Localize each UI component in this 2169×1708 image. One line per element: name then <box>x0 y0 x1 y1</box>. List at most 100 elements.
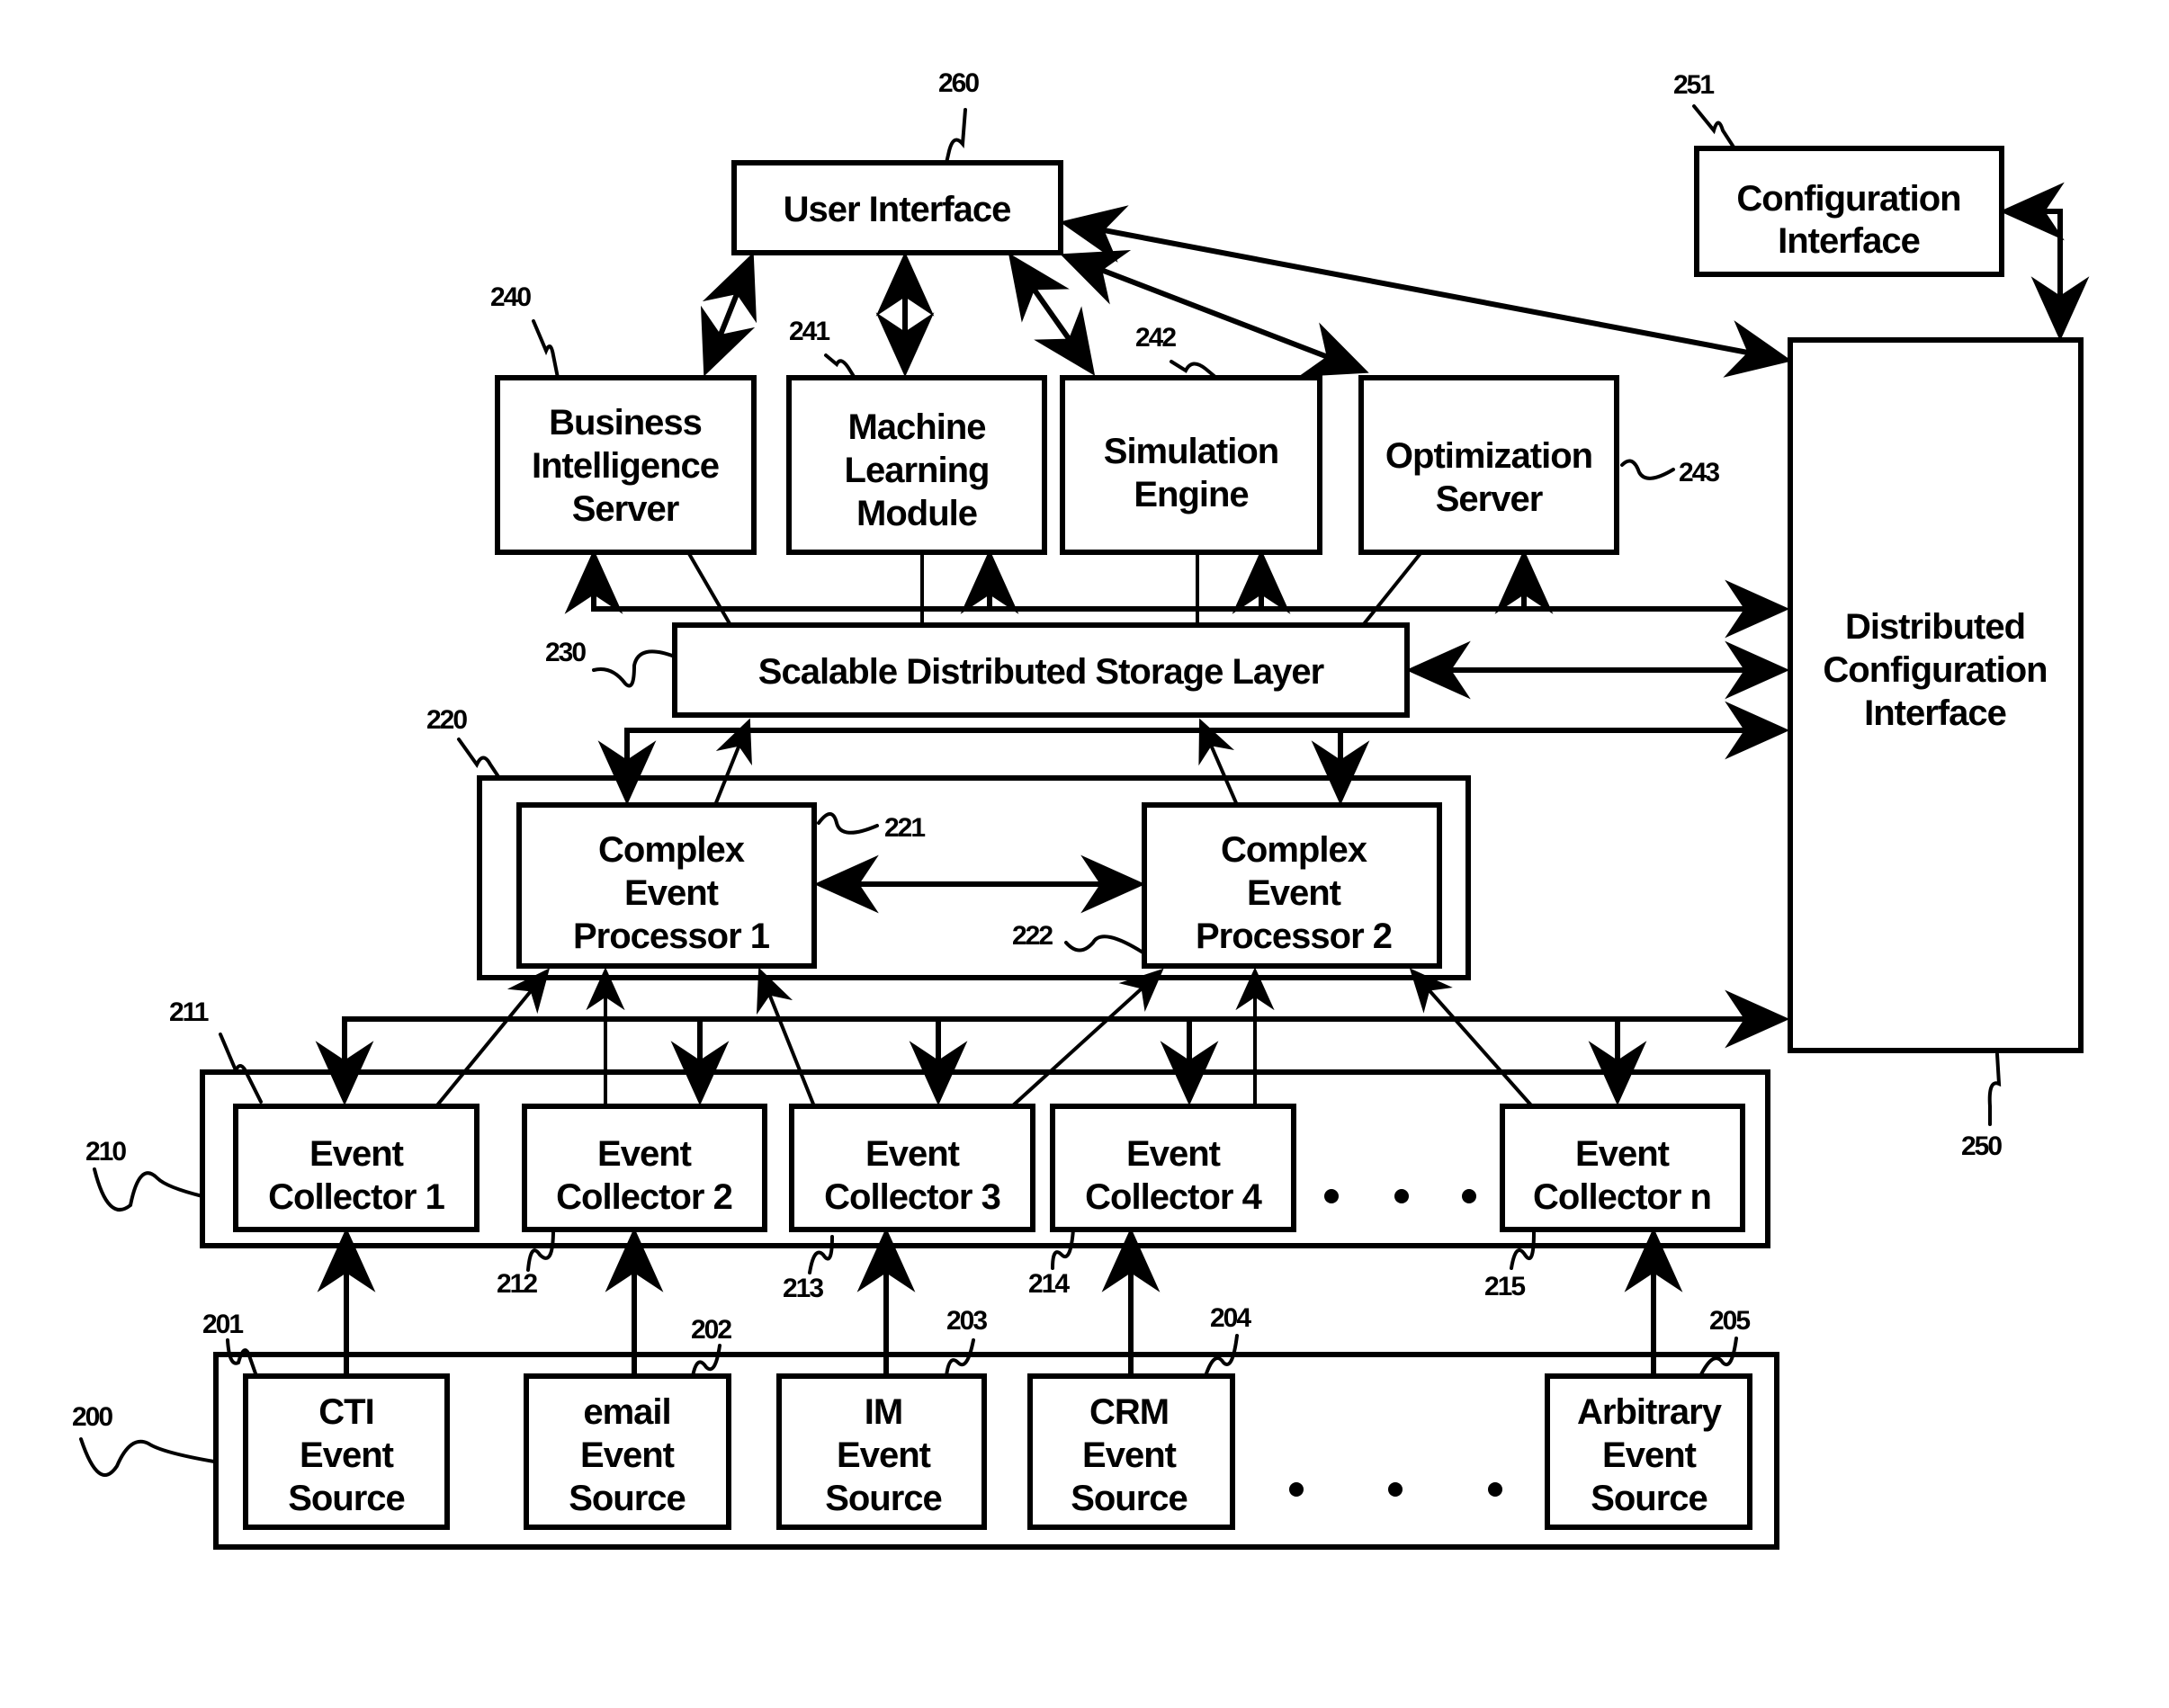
leader-250 <box>1987 1052 2002 1126</box>
arrow-ec3-cep1 <box>756 967 816 1107</box>
ref-213: 213 <box>783 1274 823 1303</box>
arrow-ui-bi <box>700 252 757 377</box>
leader-214 <box>1051 1228 1075 1270</box>
ref-211: 211 <box>169 997 209 1027</box>
event-collector-n-box: Event Collector n <box>1500 1104 1745 1232</box>
arrow-cep1-storage <box>713 718 752 806</box>
cti-label-line3: Source <box>288 1479 405 1518</box>
ecn-label-line1: Event <box>1575 1134 1670 1174</box>
ref-214: 214 <box>1028 1269 1070 1299</box>
arrow-ec1-cep1 <box>435 968 551 1108</box>
leader-202 <box>691 1344 722 1378</box>
line-opt-storage <box>1361 550 1423 627</box>
collector-ellipsis <box>1324 1189 1476 1203</box>
ref-243: 243 <box>1679 458 1719 487</box>
ec4-label-line1: Event <box>1126 1134 1221 1174</box>
arrow-config-dci <box>1999 182 2090 342</box>
arrow-ui-sim <box>1008 253 1096 376</box>
ref-221: 221 <box>884 813 925 843</box>
machine-learning-module-box: Machine Learning Module <box>786 375 1047 555</box>
bus-mid-to-dci <box>597 701 1790 806</box>
sim-label-line1: Simulation <box>1104 432 1278 471</box>
cep2-label-line2: Event <box>1247 873 1341 913</box>
crm-label-line2: Event <box>1082 1435 1177 1475</box>
crm-event-source-box: CRM Event Source <box>1027 1373 1235 1530</box>
sim-label-line2: Engine <box>1134 475 1248 514</box>
leader-212 <box>526 1228 555 1272</box>
leader-215 <box>1510 1230 1536 1270</box>
ref-201: 201 <box>202 1310 243 1339</box>
arrow-ec3-cep2 <box>1010 968 1164 1108</box>
arrow-ecn-cep2 <box>1409 968 1534 1108</box>
complex-event-processor-2-box: Complex Event Processor 2 <box>1142 802 1442 969</box>
ref-222: 222 <box>1012 921 1053 951</box>
system-architecture-diagram: User Interface Configuration Interface D… <box>72 68 2090 1550</box>
arrow-cep2-storage <box>1198 718 1239 806</box>
ref-204: 204 <box>1210 1303 1251 1333</box>
im-event-source-box: IM Event Source <box>776 1373 987 1530</box>
ref-202: 202 <box>691 1315 731 1345</box>
line-bi-storage <box>686 550 732 627</box>
cep1-label-line3: Processor 1 <box>573 917 770 956</box>
email-label-line2: Event <box>580 1435 675 1475</box>
ref-241: 241 <box>789 317 829 346</box>
event-collector-2-box: Event Collector 2 <box>522 1104 767 1232</box>
leader-200 <box>79 1437 216 1477</box>
im-label-line1: IM <box>865 1392 902 1432</box>
distributed-configuration-interface-box: Distributed Configuration Interface <box>1788 337 2084 1053</box>
source-group-container <box>213 1352 1779 1550</box>
leader-213 <box>808 1235 834 1274</box>
cep1-label-line1: Complex <box>598 830 745 870</box>
opt-label-line1: Optimization <box>1385 436 1592 476</box>
ec1-label-line2: Collector 1 <box>268 1177 444 1217</box>
leader-251 <box>1692 104 1736 150</box>
arb-label-line2: Event <box>1602 1435 1697 1475</box>
cti-label-line2: Event <box>300 1435 394 1475</box>
configuration-interface-label-line1: Configuration <box>1736 179 1960 219</box>
business-intelligence-server-box: Business Intelligence Server <box>495 375 757 555</box>
dci-label-line2: Configuration <box>1823 650 2047 690</box>
arb-label-line3: Source <box>1591 1479 1707 1518</box>
bus-top-to-dci <box>564 549 1790 639</box>
arbitrary-event-source-box: Arbitrary Event Source <box>1545 1373 1752 1530</box>
email-event-source-box: email Event Source <box>524 1373 731 1530</box>
optimization-server-box: Optimization Server <box>1358 375 1619 555</box>
leader-222 <box>1064 934 1146 955</box>
leader-241 <box>824 353 856 380</box>
ec2-label-line1: Event <box>597 1134 692 1174</box>
ref-220: 220 <box>426 705 467 735</box>
dci-label-line1: Distributed <box>1845 607 2025 647</box>
ref-203: 203 <box>946 1306 987 1336</box>
cep2-label-line3: Processor 2 <box>1196 917 1392 956</box>
cep2-label-line1: Complex <box>1221 830 1367 870</box>
ref-215: 215 <box>1484 1272 1525 1301</box>
complex-event-processor-1-box: Complex Event Processor 1 <box>516 802 817 969</box>
cti-label-line1: CTI <box>318 1392 373 1432</box>
source-ellipsis <box>1289 1482 1502 1497</box>
im-label-line3: Source <box>825 1479 942 1518</box>
crm-label-line3: Source <box>1071 1479 1188 1518</box>
ec4-label-line2: Collector 4 <box>1085 1177 1262 1217</box>
configuration-interface-label-line2: Interface <box>1778 221 1920 261</box>
ref-210: 210 <box>85 1137 126 1167</box>
leader-210 <box>93 1167 204 1212</box>
ref-260: 260 <box>938 68 979 98</box>
ref-250: 250 <box>1961 1131 2002 1161</box>
email-label-line3: Source <box>569 1479 686 1518</box>
event-collector-4-box: Event Collector 4 <box>1050 1104 1296 1232</box>
ref-251: 251 <box>1673 70 1714 100</box>
leader-220 <box>457 738 501 780</box>
ref-230: 230 <box>545 638 586 667</box>
dci-label-line3: Interface <box>1864 693 2006 733</box>
storage-layer-label: Scalable Distributed Storage Layer <box>758 652 1324 692</box>
ml-label-line3: Module <box>856 494 977 533</box>
leader-211 <box>219 1033 263 1104</box>
ref-200: 200 <box>72 1402 112 1432</box>
ref-205: 205 <box>1709 1306 1750 1336</box>
crm-label-line1: CRM <box>1089 1392 1169 1432</box>
leader-260 <box>945 108 967 165</box>
ref-242: 242 <box>1135 323 1176 353</box>
ref-240: 240 <box>490 282 531 312</box>
reference-numerals: 260 251 240 241 242 243 250 230 220 221 … <box>72 68 2003 1477</box>
arb-label-line1: Arbitrary <box>1577 1392 1723 1432</box>
